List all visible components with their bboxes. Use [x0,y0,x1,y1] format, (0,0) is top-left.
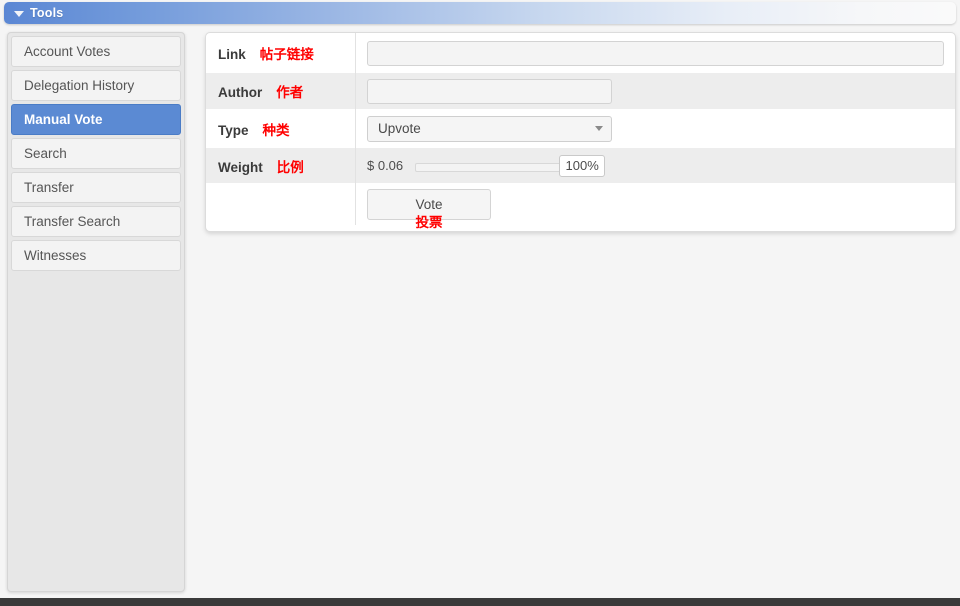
sidebar-item-account-votes[interactable]: Account Votes [11,36,181,67]
sidebar-item-label: Account Votes [24,44,111,59]
vote-value-amount: $ 0.06 [367,158,404,173]
vote-button[interactable]: Vote [367,188,491,220]
author-label-annotation-cn: 作者 [276,85,304,100]
sidebar-item-label: Transfer Search [24,214,121,229]
weight-slider-value[interactable]: 100% [559,154,606,177]
author-field-cell [356,73,955,109]
chevron-down-icon [14,10,24,17]
link-label-annotation-cn: 帖子链接 [259,47,314,62]
weight-field-cell: $ 0.06 100% [356,148,955,183]
author-label-cell: Author 作者 [206,73,356,109]
form-row-author: Author 作者 [206,73,955,109]
page-title: Tools [30,6,64,20]
tools-header-bar[interactable]: Tools [4,2,956,24]
vote-button-wrapper: Vote 投票 [367,188,491,230]
link-label-cell: Link 帖子链接 [206,33,356,73]
weight-label-cell: Weight 比例 [206,148,356,183]
type-label: Type [218,122,249,138]
author-input[interactable] [367,78,612,104]
submit-label-cell [206,183,356,225]
sidebar-item-search[interactable]: Search [11,138,181,169]
chevron-down-icon [595,126,603,131]
sidebar-item-delegation-history[interactable]: Delegation History [11,70,181,101]
type-label-annotation-cn: 种类 [262,122,290,138]
sidebar-panel: Account Votes Delegation History Manual … [7,32,185,592]
bottom-bar [0,598,960,606]
manual-vote-form-panel: Link 帖子链接 Author 作者 Type 种类 Upvote Weigh… [205,32,956,232]
vote-type-selected-value: Upvote [378,121,421,136]
sidebar-item-label: Delegation History [24,78,135,93]
weight-label-annotation-cn: 比例 [276,159,304,175]
link-field-cell [356,33,955,73]
sidebar-item-label: Witnesses [24,248,87,263]
form-row-submit: Vote 投票 [206,183,955,230]
submit-field-cell: Vote 投票 [356,183,955,230]
sidebar-item-manual-vote[interactable]: Manual Vote [11,104,181,135]
weight-label: Weight [218,159,263,175]
link-label: Link [218,47,246,62]
form-row-link: Link 帖子链接 [206,33,955,73]
type-label-cell: Type 种类 [206,109,356,148]
sidebar-item-transfer[interactable]: Transfer [11,172,181,203]
vote-type-select[interactable]: Upvote [367,115,612,142]
form-row-weight: Weight 比例 $ 0.06 100% [206,148,955,183]
weight-slider[interactable]: 100% [415,154,606,177]
sidebar-item-label: Search [24,146,67,161]
sidebar-item-label: Transfer [24,180,74,195]
sidebar-item-transfer-search[interactable]: Transfer Search [11,206,181,237]
type-field-cell: Upvote [356,109,955,148]
sidebar-item-label: Manual Vote [24,112,103,127]
author-label: Author [218,85,263,100]
link-input[interactable] [367,40,944,66]
sidebar-item-witnesses[interactable]: Witnesses [11,240,181,271]
form-row-type: Type 种类 Upvote [206,109,955,148]
